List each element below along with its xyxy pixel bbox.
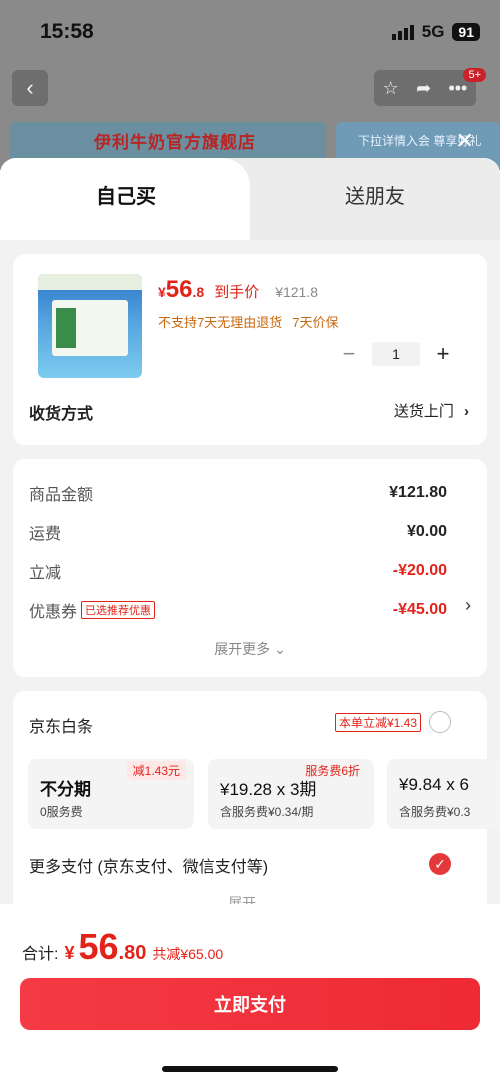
return-policy: 不支持7天无理由退货 [158, 315, 283, 330]
plan-title: ¥19.28 x 3期 [220, 780, 317, 799]
coupon-chevron-icon[interactable]: › [465, 595, 471, 616]
plan-sub: 含服务费¥0.3 [399, 805, 471, 819]
chevron-down-icon: ⌄ [274, 641, 286, 657]
shipping-label: 收货方式 [29, 406, 94, 423]
star-icon[interactable]: ☆ [383, 78, 399, 99]
baitiao-title: 京东白条 [29, 719, 94, 736]
coupon-value: -¥45.00 [392, 601, 447, 618]
more-payment-label[interactable]: 更多支付 (京东支付、微信支付等) [29, 853, 268, 877]
price-integer: 56 [165, 276, 193, 303]
quantity-value[interactable]: 1 [372, 342, 420, 366]
plan-title: ¥9.84 x 6 [399, 775, 469, 794]
more-icon[interactable]: ••• [448, 78, 467, 99]
total-decimal: .80 [118, 942, 147, 964]
discount-label: 立减 [29, 565, 62, 582]
policy-row: 不支持7天无理由退货 7天价保 [158, 312, 338, 331]
share-icon[interactable]: ➦ [416, 78, 431, 99]
message-badge: 5+ [463, 68, 486, 82]
summary-row-coupon[interactable]: 优惠券 已选推荐优惠 -¥45.00 [29, 598, 447, 622]
baitiao-tag: 本单立减¥1.43 [334, 713, 421, 732]
summary-card: 商品金额 ¥121.80 运费 ¥0.00 立减 -¥20.00 优惠券 已选推… [13, 459, 487, 677]
total-integer: 56 [78, 926, 119, 967]
check-icon[interactable]: ✓ [429, 853, 451, 875]
summary-row-shipping: 运费 ¥0.00 [29, 520, 447, 544]
total-row: 合计: ¥ 56 .80 共减¥65.00 [22, 926, 223, 968]
baitiao-radio[interactable] [429, 711, 451, 733]
expand-more-label: 展开更多 [214, 641, 271, 657]
installment-option-6[interactable]: ¥9.84 x 6 含服务费¥0.3 [387, 759, 500, 829]
expand-more[interactable]: 展开更多 ⌄ [13, 639, 487, 659]
original-price: ¥121.8 [275, 284, 319, 300]
price-protect: 7天价保 [292, 315, 339, 330]
freight-value: ¥0.00 [406, 523, 447, 540]
home-indicator [162, 1066, 338, 1072]
summary-row-discount: 立减 -¥20.00 [29, 559, 447, 583]
product-image[interactable] [38, 274, 142, 378]
shipping-method[interactable]: 送货上门 › [394, 400, 469, 421]
battery-level: 91 [452, 23, 480, 41]
chevron-right-icon: › [464, 403, 469, 420]
plan-badge: 减1.43元 [126, 761, 186, 780]
plan-sub: 含服务费¥0.34/期 [220, 805, 314, 819]
payment-card: 京东白条 本单立减¥1.43 减1.43元 不分期 0服务费 服务费6折 ¥19… [13, 691, 500, 931]
pay-now-button[interactable]: 立即支付 [20, 978, 480, 1030]
price-decimal: .8 [192, 284, 205, 300]
installment-option-none[interactable]: 减1.43元 不分期 0服务费 [28, 759, 194, 829]
summary-row-goods: 商品金额 ¥121.80 [29, 481, 447, 505]
network-type: 5G [421, 22, 445, 41]
coupon-label: 优惠券 [29, 604, 78, 621]
close-icon[interactable]: ✕ [456, 128, 474, 154]
total-label: 合计: [22, 946, 59, 963]
total-savings: 共减¥65.00 [152, 946, 224, 962]
price-currency: ¥ [158, 284, 166, 300]
product-card: ¥ 56 .8 到手价 ¥121.8 不支持7天无理由退货 7天价保 − 1 +… [13, 254, 487, 445]
discount-value: -¥20.00 [392, 562, 447, 579]
decrease-button[interactable]: − [340, 343, 358, 365]
signal-icon [391, 24, 414, 40]
plan-title: 不分期 [40, 780, 91, 799]
plan-sub: 0服务费 [40, 805, 83, 819]
tab-send-to-friend[interactable]: 送朋友 [345, 180, 405, 209]
goods-amount-label: 商品金额 [29, 487, 94, 504]
price-note: 到手价 [214, 284, 260, 301]
coupon-tag: 已选推荐优惠 [81, 601, 156, 619]
shop-banner-title: 伊利牛奶官方旗舰店 [94, 133, 256, 152]
tab-buy-for-self[interactable]: 自己买 [96, 180, 156, 209]
goods-amount-value: ¥121.80 [389, 484, 447, 501]
increase-button[interactable]: + [434, 343, 452, 365]
price-row: ¥ 56 .8 到手价 ¥121.8 [158, 276, 318, 304]
coupon-label-group: 优惠券 已选推荐优惠 [29, 598, 156, 622]
status-time: 15:58 [40, 20, 94, 43]
back-button[interactable]: ‹ [12, 70, 48, 106]
topbar-actions: ☆ ➦ ••• [374, 70, 476, 106]
freight-label: 运费 [29, 526, 62, 543]
quantity-stepper: − 1 + [340, 342, 452, 366]
checkout-footer: 合计: ¥ 56 .80 共减¥65.00 立即支付 [0, 904, 500, 1082]
installment-option-3[interactable]: 服务费6折 ¥19.28 x 3期 含服务费¥0.34/期 [208, 759, 374, 829]
chevron-left-icon: ‹ [26, 75, 34, 100]
status-bar-right: 5G 91 [391, 22, 480, 42]
total-currency: ¥ [64, 943, 75, 963]
shipping-value: 送货上门 [393, 403, 454, 420]
